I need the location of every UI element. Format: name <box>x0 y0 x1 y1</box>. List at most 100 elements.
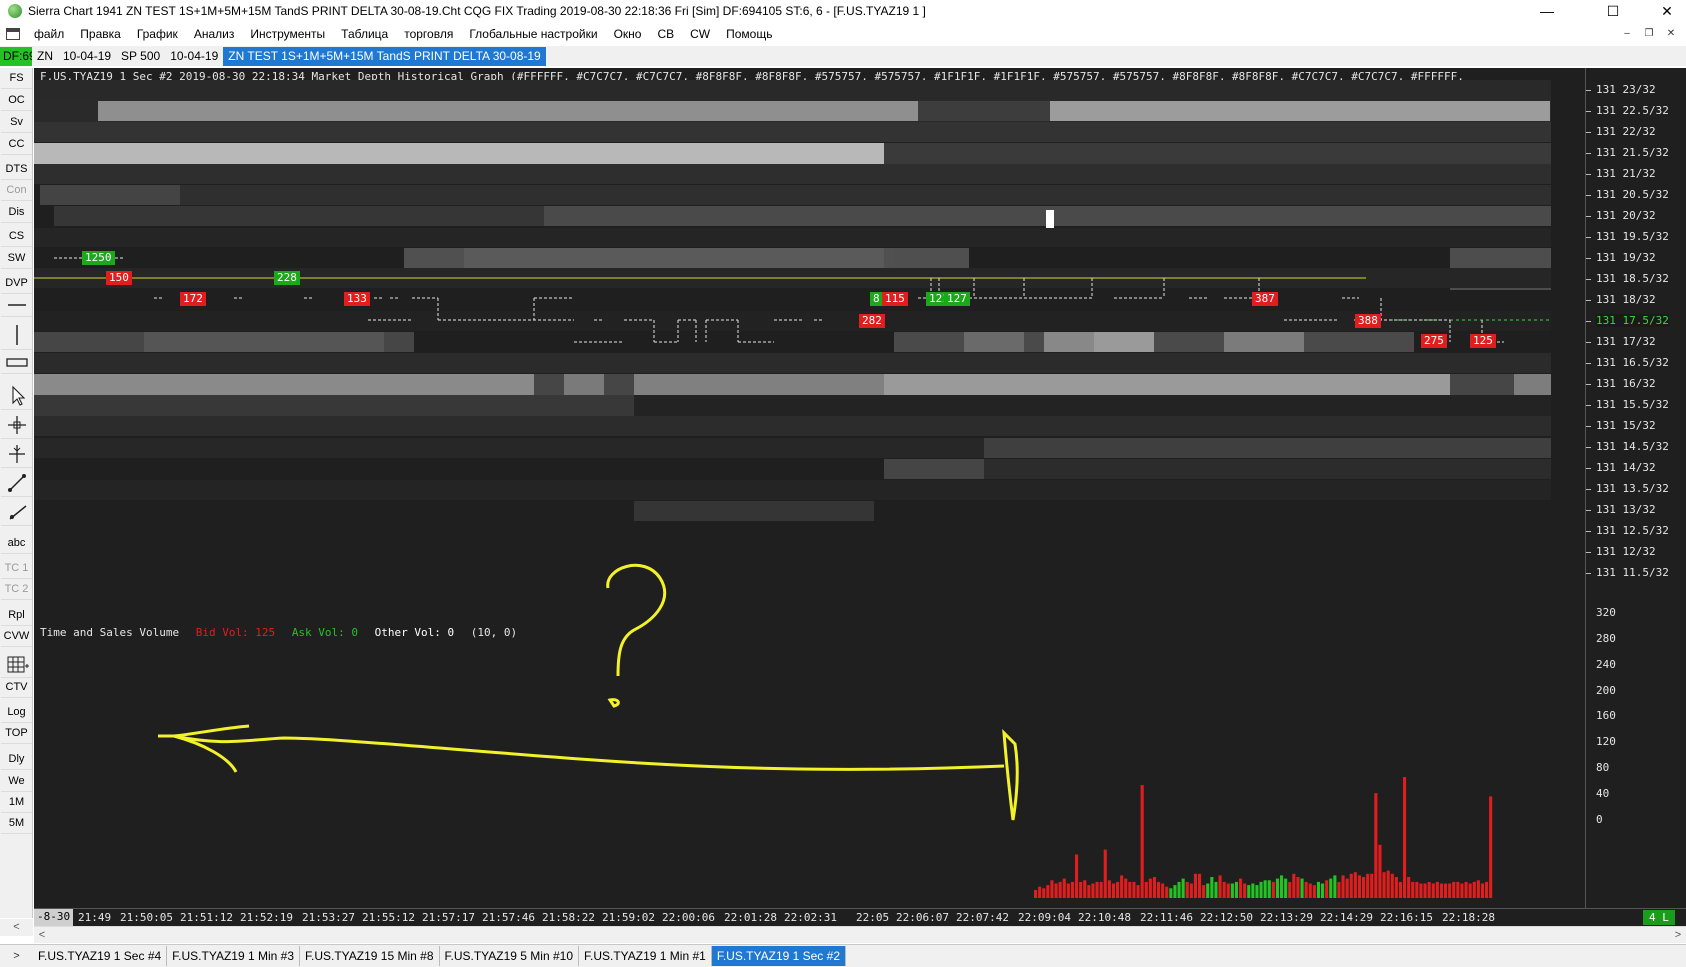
time-label: 22:13:29 <box>1260 911 1313 924</box>
rectangle-icon[interactable] <box>1 353 32 374</box>
time-label: 21:53:27 <box>302 911 355 924</box>
price-tick <box>1586 237 1591 238</box>
tabs-scroll-arrow[interactable]: > <box>0 950 33 962</box>
maximize-icon[interactable]: ☐ <box>1590 0 1636 22</box>
con-button[interactable]: Con <box>1 180 32 201</box>
price-axis[interactable]: 131 23/32 131 22.5/32 131 22/32 131 21.5/32… <box>1585 68 1686 908</box>
dis-button[interactable]: Dis <box>1 202 32 223</box>
ray-tool-icon[interactable] <box>1 500 32 526</box>
price-tick <box>1586 510 1591 511</box>
data-feed-indicator[interactable]: DF:69 <box>0 46 32 66</box>
minimize-icon[interactable]: — <box>1524 0 1570 22</box>
volume-bar <box>1394 877 1398 898</box>
time-label: 21:57:46 <box>482 911 535 924</box>
cs-button[interactable]: CS <box>1 226 32 247</box>
tc2-button[interactable]: TC 2 <box>1 579 32 600</box>
volume-bar <box>1407 877 1411 898</box>
chartbook-tab[interactable]: 10-04-19 <box>165 47 223 66</box>
chart-tab-active[interactable]: F.US.TYAZ19 1 Sec #2 <box>711 946 846 966</box>
chart-tab[interactable]: F.US.TYAZ19 15 Min #8 <box>300 946 440 966</box>
chartbook-tab[interactable]: ZN <box>32 47 58 66</box>
sv-button[interactable]: Sv <box>1 112 32 133</box>
price-tick <box>1586 111 1591 112</box>
trade-window-icon[interactable] <box>1 652 32 678</box>
depth-band <box>34 374 534 395</box>
line-tool-icon[interactable] <box>1 471 32 497</box>
menu-cw[interactable]: CW <box>682 27 718 41</box>
1m-button[interactable]: 1M <box>1 792 32 813</box>
volume-bar <box>1243 883 1247 898</box>
menu-global-settings[interactable]: Глобальные настройки <box>461 27 605 41</box>
log-button[interactable]: Log <box>1 702 32 723</box>
mdi-close-icon[interactable]: ✕ <box>1664 27 1678 41</box>
price-tick <box>1586 258 1591 259</box>
volume-bar <box>1152 877 1156 898</box>
dly-button[interactable]: Dly <box>1 749 32 770</box>
menu-file[interactable]: файл <box>26 27 72 41</box>
volume-bar <box>1116 881 1120 898</box>
menu-tools[interactable]: Инструменты <box>242 27 333 41</box>
pointer-icon[interactable] <box>1 384 32 410</box>
scroll-right-arrow[interactable]: > <box>1670 927 1686 944</box>
scroll-left-arrow[interactable]: < <box>34 927 50 944</box>
mdi-minimize-icon[interactable]: – <box>1620 27 1634 41</box>
menu-help[interactable]: Помощь <box>718 27 780 41</box>
arrow-tail-mark <box>1002 729 1019 821</box>
text-tool-button[interactable]: abc <box>1 533 32 554</box>
volume-bar <box>1267 880 1271 898</box>
toolbar-scroll-left[interactable]: < <box>0 919 33 936</box>
volume-bar <box>1046 885 1050 898</box>
crosshair-icon[interactable] <box>1 413 32 439</box>
volume-bar <box>1198 873 1202 898</box>
volume-scale-label: 80 <box>1596 761 1610 774</box>
time-label: 22:09:04 <box>1018 911 1071 924</box>
chartbook-menu-icon[interactable] <box>6 28 20 40</box>
menu-analysis[interactable]: Анализ <box>186 27 243 41</box>
price-label: 131 23/32 <box>1596 83 1656 96</box>
volume-bar <box>1341 875 1345 898</box>
time-axis[interactable]: -8-30 21:49 21:50:05 21:51:12 21:52:19 21:53… <box>34 908 1686 926</box>
cc-button[interactable]: CC <box>1 134 32 155</box>
mdi-restore-icon[interactable]: ❐ <box>1642 27 1656 41</box>
sw-button[interactable]: SW <box>1 248 32 269</box>
we-button[interactable]: We <box>1 771 32 792</box>
cvw-button[interactable]: CVW <box>1 626 32 647</box>
menu-table[interactable]: Таблица <box>333 27 396 41</box>
chartbook-tab[interactable]: SP 500 <box>116 47 165 66</box>
menu-cb[interactable]: CB <box>649 27 682 41</box>
time-label: 22:02:31 <box>784 911 837 924</box>
tc1-button[interactable]: TC 1 <box>1 558 32 579</box>
chartbook-tab-active[interactable]: ZN TEST 1S+1M+5M+15M TandS PRINT DELTA 3… <box>223 46 546 66</box>
vertical-line-icon[interactable] <box>1 322 32 350</box>
chart-tab[interactable]: F.US.TYAZ19 1 Min #3 <box>167 946 300 966</box>
price-label: 131 17/32 <box>1596 335 1656 348</box>
fs-button[interactable]: FS <box>1 68 32 89</box>
price-tick <box>1586 426 1591 427</box>
close-icon[interactable]: ✕ <box>1644 0 1686 22</box>
horizontal-scrollbar[interactable]: < > <box>34 926 1686 943</box>
cursor-icon[interactable] <box>1 442 32 468</box>
rpl-button[interactable]: Rpl <box>1 605 32 626</box>
depth-band <box>34 416 1551 436</box>
menu-chart[interactable]: График <box>129 27 186 41</box>
chartbook-tab[interactable]: 10-04-19 <box>58 47 116 66</box>
volume-bar <box>1222 881 1226 898</box>
trade-label: 387 <box>1252 292 1278 306</box>
chart-tab[interactable]: F.US.TYAZ19 1 Sec #4 <box>33 946 168 966</box>
top-button[interactable]: TOP <box>1 723 32 744</box>
time-label: 21:55:12 <box>362 911 415 924</box>
oc-button[interactable]: OC <box>1 90 32 111</box>
5m-button[interactable]: 5M <box>1 813 32 834</box>
price-label: 131 12/32 <box>1596 545 1656 558</box>
dts-button[interactable]: DTS <box>1 159 32 180</box>
price-label: 131 19.5/32 <box>1596 230 1669 243</box>
chart-region[interactable]: F.US.TYAZ19 1 Sec #2 2019-08-30 22:18:34… <box>34 68 1686 908</box>
menu-window[interactable]: Окно <box>606 27 650 41</box>
ctv-button[interactable]: CTV <box>1 677 32 698</box>
menu-trade[interactable]: торговля <box>396 27 461 41</box>
menu-edit[interactable]: Правка <box>72 27 129 41</box>
chart-tab[interactable]: F.US.TYAZ19 1 Min #1 <box>579 946 712 966</box>
dvp-button[interactable]: DVP <box>1 273 32 294</box>
horizontal-line-icon[interactable] <box>1 296 32 317</box>
chart-tab[interactable]: F.US.TYAZ19 5 Min #10 <box>440 946 579 966</box>
